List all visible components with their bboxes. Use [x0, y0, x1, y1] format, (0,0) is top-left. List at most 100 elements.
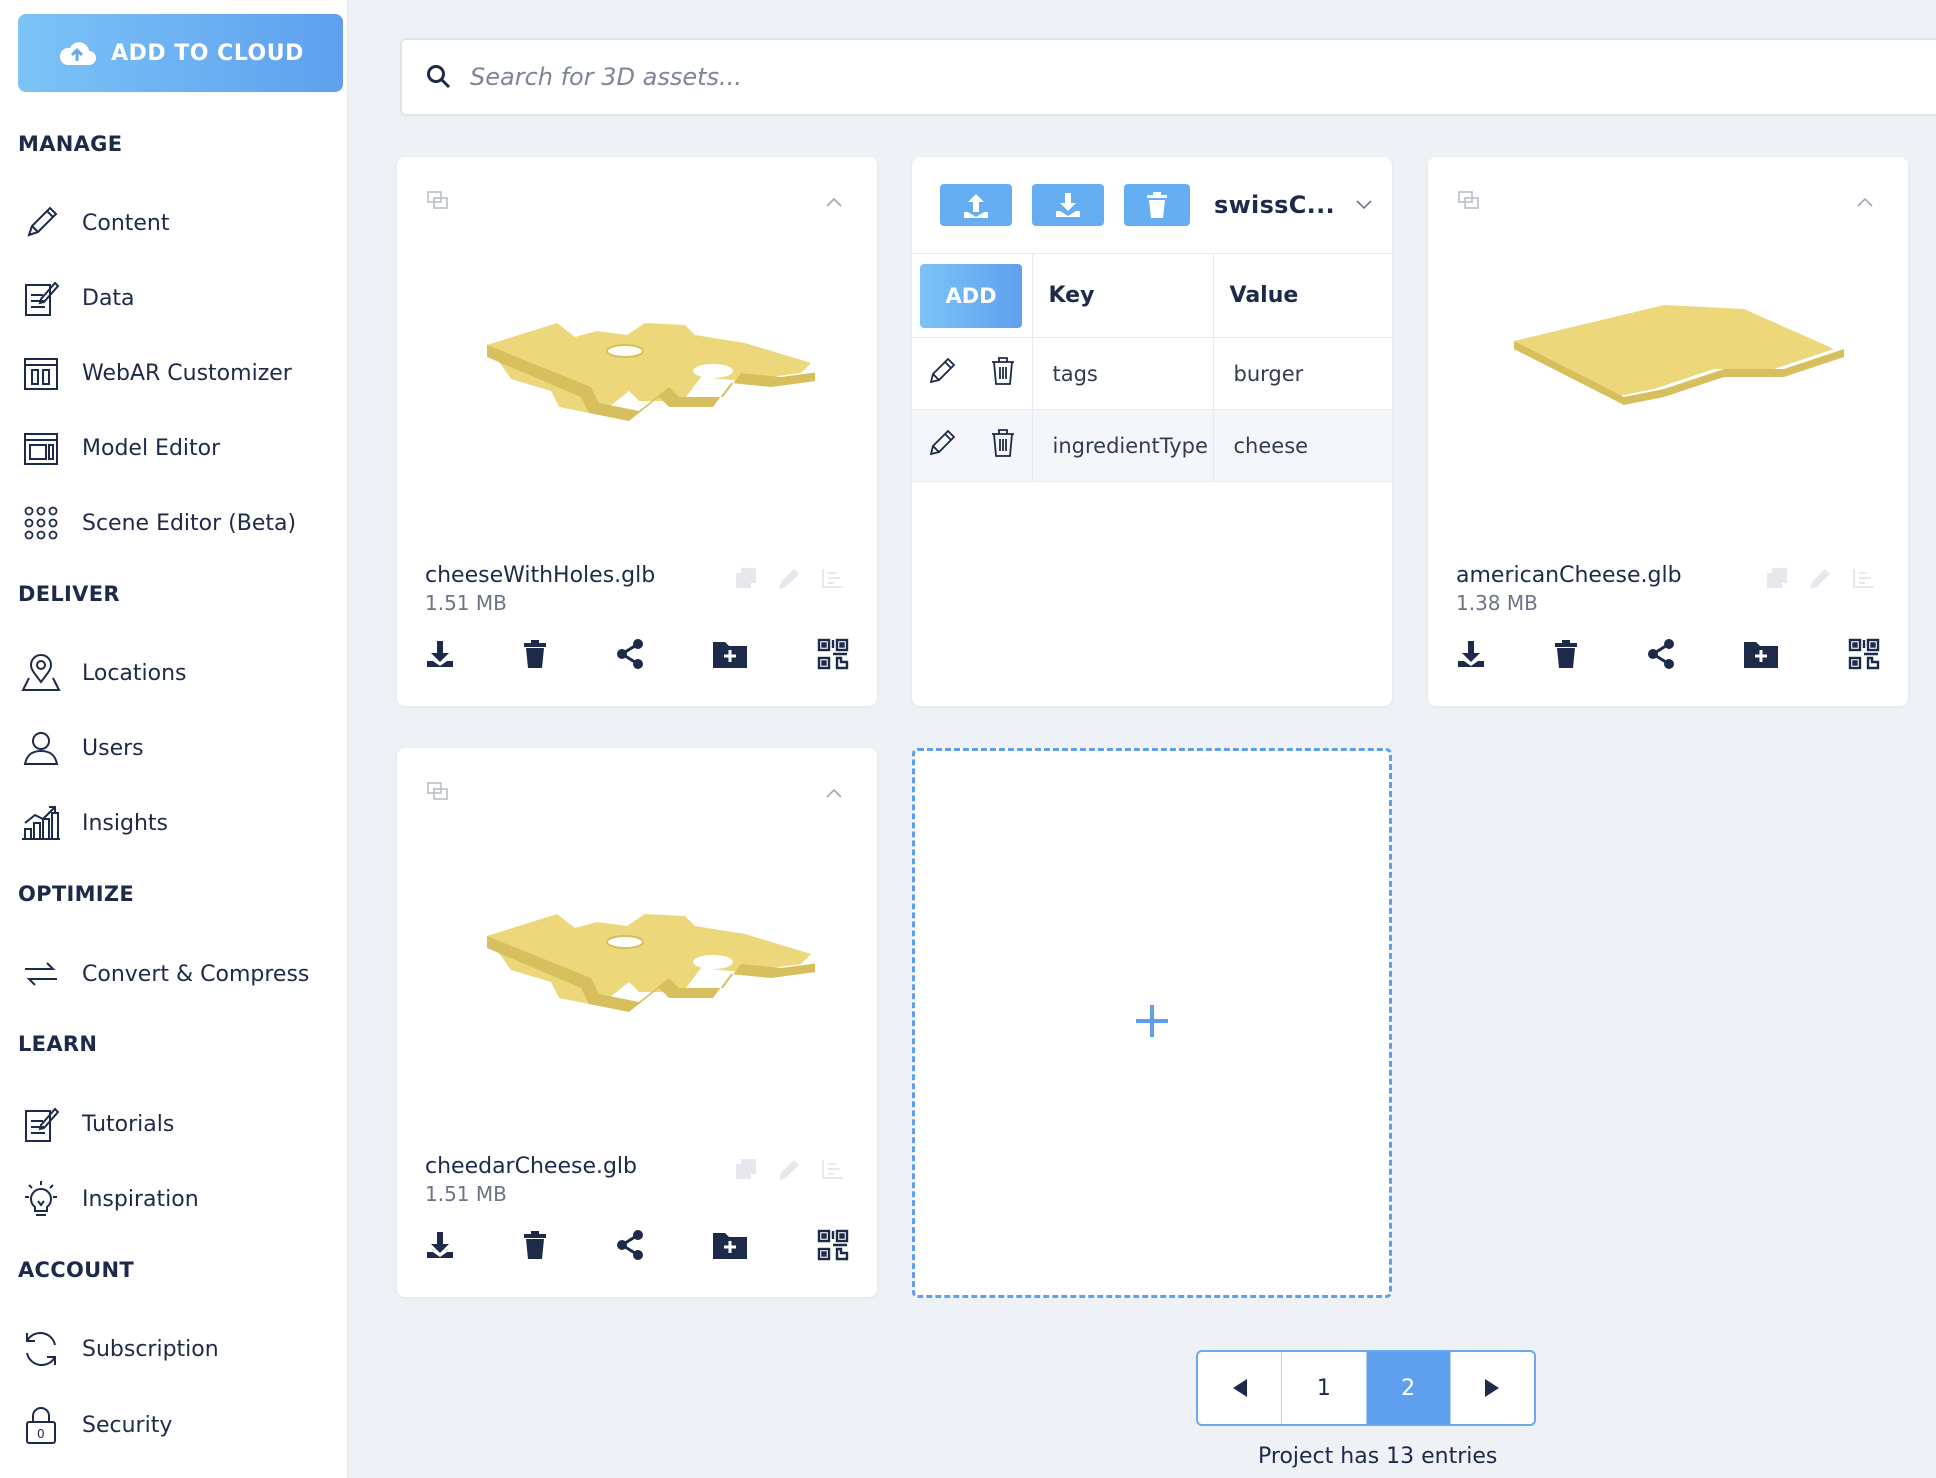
asset-card[interactable]: cheedarCheese.glb 1.51 MB	[397, 748, 877, 1297]
file-name: cheeseWithHoles.glb	[425, 563, 656, 588]
card-tool-group	[735, 567, 845, 595]
file-size: 1.51 MB	[425, 591, 507, 615]
duplicate-icon[interactable]	[735, 1158, 757, 1186]
sidebar-item-security[interactable]: 0 Security	[20, 1400, 340, 1450]
convert-arrows-icon	[20, 953, 62, 995]
chevron-up-icon[interactable]	[825, 193, 843, 212]
caret-right-icon	[1485, 1379, 1500, 1397]
pencil-icon[interactable]	[777, 1158, 801, 1186]
sidebar-item-insights[interactable]: Insights	[20, 798, 340, 848]
comment-icon[interactable]	[427, 782, 449, 806]
sidebar-item-label: Model Editor	[82, 435, 221, 461]
asset-card[interactable]: cheeseWithHoles.glb 1.51 MB	[397, 157, 877, 706]
section-learn: LEARN	[18, 1032, 98, 1056]
add-to-cloud-button[interactable]: ADD TO CLOUD	[18, 14, 343, 92]
trash-icon[interactable]	[1555, 640, 1578, 668]
metadata-table: ADD Key Value tags burger ingredientType…	[912, 253, 1392, 483]
pencil-icon[interactable]	[928, 357, 956, 385]
trash-icon[interactable]	[991, 357, 1015, 385]
share-icon[interactable]	[616, 1230, 644, 1260]
add-to-folder-icon[interactable]	[712, 640, 747, 668]
duplicate-icon[interactable]	[1766, 567, 1788, 595]
bar-chart-icon	[20, 802, 62, 844]
pencil-icon[interactable]	[928, 429, 956, 457]
sidebar-item-convert[interactable]: Convert & Compress	[20, 949, 340, 999]
asset-selector-value[interactable]: swissC...	[1214, 191, 1335, 219]
add-to-folder-icon[interactable]	[712, 1231, 747, 1259]
qr-code-icon[interactable]	[816, 637, 850, 671]
trash-icon[interactable]	[524, 1231, 547, 1259]
cheese-with-holes-model	[487, 323, 815, 421]
trash-icon[interactable]	[524, 640, 547, 668]
sidebar-item-label: Locations	[82, 660, 187, 686]
search-input[interactable]	[470, 63, 1670, 91]
document-edit-icon	[20, 1103, 62, 1145]
row-actions	[912, 409, 1032, 482]
qr-code-icon[interactable]	[1847, 637, 1881, 671]
duplicate-icon[interactable]	[735, 567, 757, 595]
chevron-down-icon[interactable]	[1355, 199, 1373, 211]
trash-icon	[1147, 192, 1167, 218]
download-icon[interactable]	[425, 1230, 455, 1260]
sidebar-item-label: Users	[82, 735, 144, 761]
sidebar-item-label: Security	[82, 1412, 173, 1438]
download-icon[interactable]	[1456, 639, 1486, 669]
asset-card[interactable]: americanCheese.glb 1.38 MB	[1428, 157, 1908, 706]
row-value: burger	[1212, 337, 1392, 410]
window-icon	[20, 427, 62, 469]
download-icon	[1056, 193, 1080, 217]
row-key: tags	[1031, 337, 1213, 410]
chart-icon[interactable]	[1852, 567, 1876, 595]
delete-button[interactable]	[1124, 184, 1190, 226]
sidebar-item-webar[interactable]: WebAR Customizer	[20, 348, 340, 398]
file-name: cheedarCheese.glb	[425, 1154, 638, 1179]
section-optimize: OPTIMIZE	[18, 882, 135, 906]
download-icon[interactable]	[425, 639, 455, 669]
chevron-up-icon[interactable]	[825, 784, 843, 803]
sidebar-item-model-editor[interactable]: Model Editor	[20, 423, 340, 473]
sidebar-item-scene-editor[interactable]: Scene Editor (Beta)	[20, 498, 340, 548]
add-asset-tile[interactable]	[912, 748, 1392, 1298]
chart-icon[interactable]	[821, 567, 845, 595]
page-button-2[interactable]: 2	[1366, 1352, 1451, 1424]
share-icon[interactable]	[1647, 639, 1675, 669]
add-row-button[interactable]: ADD	[920, 263, 1022, 328]
qr-code-icon[interactable]	[816, 1228, 850, 1262]
row-actions	[912, 337, 1032, 410]
card-actions	[425, 637, 850, 671]
pencil-icon[interactable]	[777, 567, 801, 595]
comment-icon[interactable]	[427, 191, 449, 215]
trash-icon[interactable]	[991, 429, 1015, 457]
share-icon[interactable]	[616, 639, 644, 669]
chart-icon[interactable]	[821, 1158, 845, 1186]
sidebar-item-subscription[interactable]: Subscription	[20, 1324, 340, 1374]
refresh-icon	[20, 1328, 62, 1370]
section-deliver: DELIVER	[18, 582, 120, 606]
row-key: ingredientType	[1031, 409, 1213, 482]
sidebar-item-content[interactable]: Content	[20, 198, 340, 248]
cheedar-cheese-model	[487, 914, 815, 1012]
download-button[interactable]	[1032, 184, 1104, 226]
sidebar-item-locations[interactable]: Locations	[20, 648, 340, 698]
sidebar-item-inspiration[interactable]: Inspiration	[20, 1174, 340, 1224]
row-value: cheese	[1212, 409, 1392, 482]
sidebar-item-label: Scene Editor (Beta)	[82, 510, 297, 536]
comment-icon[interactable]	[1458, 191, 1480, 215]
card-tool-group	[735, 1158, 845, 1186]
sidebar-item-users[interactable]: Users	[20, 723, 340, 773]
upload-button[interactable]	[940, 184, 1012, 226]
lock-icon: 0	[20, 1404, 62, 1446]
file-size: 1.38 MB	[1456, 591, 1538, 615]
page-button-1[interactable]: 1	[1282, 1352, 1367, 1424]
add-to-cloud-label: ADD TO CLOUD	[111, 40, 304, 66]
file-name: americanCheese.glb	[1456, 563, 1682, 588]
plus-icon	[1134, 1003, 1170, 1043]
sidebar-item-data[interactable]: Data	[20, 273, 340, 323]
chevron-up-icon[interactable]	[1856, 193, 1874, 212]
pencil-icon[interactable]	[1808, 567, 1832, 595]
card-actions	[425, 1228, 850, 1262]
prev-page-button[interactable]	[1198, 1352, 1283, 1424]
next-page-button[interactable]	[1451, 1352, 1534, 1424]
add-to-folder-icon[interactable]	[1743, 640, 1778, 668]
sidebar-item-tutorials[interactable]: Tutorials	[20, 1099, 340, 1149]
